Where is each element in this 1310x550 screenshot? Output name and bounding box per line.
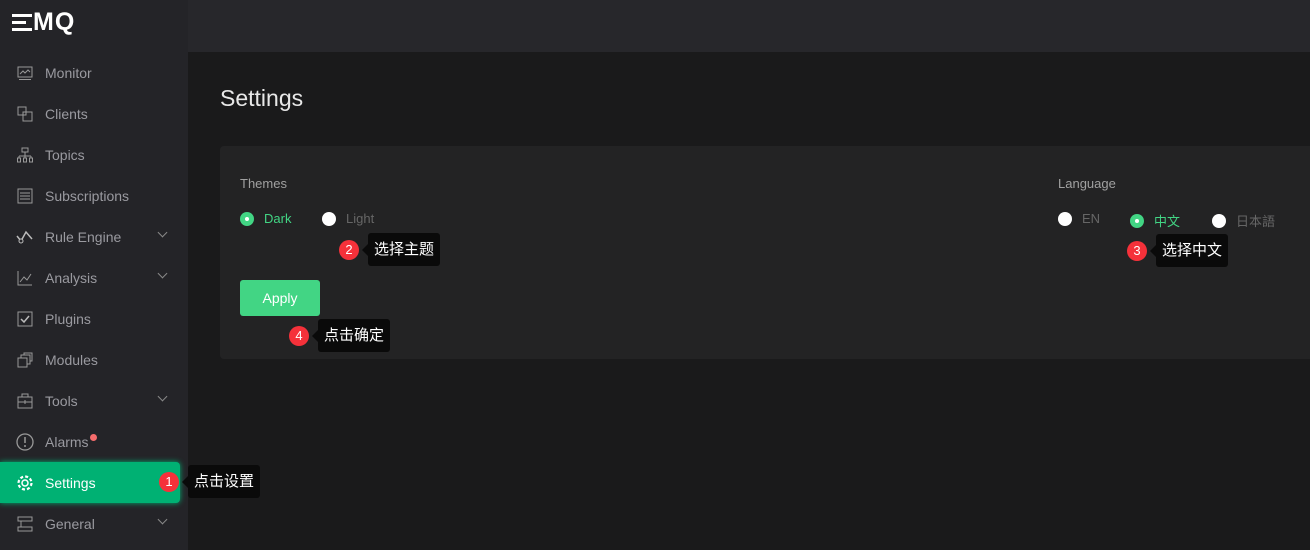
sidebar-item-tools[interactable]: Tools [0, 380, 188, 421]
topics-icon [16, 146, 34, 164]
radio-theme-dark[interactable]: Dark [240, 211, 291, 226]
callout-badge: 1 [159, 472, 179, 492]
general-icon [16, 515, 34, 533]
sidebar-item-alarms[interactable]: Alarms [0, 421, 188, 462]
callout-badge: 4 [289, 326, 309, 346]
analysis-icon [16, 269, 34, 287]
alarm-icon [16, 432, 34, 451]
callout-tooltip: 点击确定 [311, 319, 391, 352]
sidebar-item-clients[interactable]: Clients [0, 93, 188, 134]
themes-label: Themes [240, 176, 287, 191]
sidebar-item-label: Alarms [45, 433, 89, 450]
clients-icon [16, 105, 34, 123]
callout-badge: 3 [1127, 241, 1147, 261]
radio-circle [1058, 211, 1072, 226]
logo[interactable]: MQ [12, 8, 75, 37]
sidebar-item-topics[interactable]: Topics [0, 134, 188, 175]
sidebar: MQ Monitor Clients Topics Subscriptions … [0, 0, 188, 550]
radio-language-zh[interactable]: 中文 [1130, 211, 1180, 230]
callout-tooltip: 选择中文 [1149, 234, 1229, 267]
callout-tooltip: 选择主题 [361, 233, 441, 266]
rule-engine-icon [16, 228, 34, 246]
callout-badge: 2 [339, 240, 359, 260]
tools-icon [16, 392, 34, 410]
language-label: Language [1058, 176, 1116, 191]
radio-label: 中文 [1154, 214, 1181, 229]
radio-theme-light[interactable]: Light [322, 211, 374, 226]
page-title: Settings [220, 85, 304, 111]
monitor-icon [16, 64, 34, 82]
chevron-down-icon [157, 391, 168, 402]
radio-circle [1130, 213, 1144, 228]
radio-circle [322, 211, 336, 226]
sidebar-item-monitor[interactable]: Monitor [0, 52, 188, 93]
sidebar-item-label: Tools [45, 392, 78, 409]
radio-label: EN [1082, 211, 1101, 226]
radio-label: Dark [264, 211, 292, 226]
sidebar-item-general[interactable]: General [0, 503, 188, 544]
top-bar [188, 0, 1310, 52]
sidebar-item-rule-engine[interactable]: Rule Engine [0, 216, 188, 257]
chevron-down-icon [157, 227, 168, 238]
sidebar-item-plugins[interactable]: Plugins [0, 298, 188, 339]
sidebar-item-label: Monitor [45, 64, 92, 81]
sidebar-item-label: Analysis [45, 269, 98, 286]
modules-icon [16, 351, 34, 369]
sidebar-item-subscriptions[interactable]: Subscriptions [0, 175, 188, 216]
notification-dot [89, 434, 97, 441]
sidebar-item-analysis[interactable]: Analysis [0, 257, 188, 298]
sidebar-menu: Monitor Clients Topics Subscriptions Rul… [0, 52, 188, 544]
subscriptions-icon [16, 187, 34, 205]
sidebar-item-modules[interactable]: Modules [0, 339, 188, 380]
sidebar-item-settings[interactable]: Settings [0, 462, 180, 503]
sidebar-item-label: Settings [45, 474, 96, 491]
radio-label: Light [346, 211, 375, 226]
radio-label: 日本語 [1236, 214, 1276, 229]
chevron-down-icon [157, 268, 168, 279]
sidebar-item-label: General [45, 515, 95, 532]
sidebar-item-label: Subscriptions [45, 187, 130, 204]
sidebar-item-label: Topics [45, 146, 85, 163]
chevron-down-icon [157, 514, 168, 525]
plugins-icon [16, 310, 34, 328]
sidebar-item-label: Modules [45, 351, 98, 368]
radio-language-en[interactable]: EN [1058, 211, 1100, 226]
sidebar-item-label: Clients [45, 105, 88, 122]
radio-language-ja[interactable]: 日本語 [1212, 211, 1275, 230]
sidebar-item-label: Rule Engine [45, 228, 122, 245]
gear-icon [16, 474, 34, 492]
callout-tooltip: 点击设置 [181, 465, 261, 498]
apply-button[interactable]: Apply [240, 280, 320, 316]
sidebar-item-label: Plugins [45, 310, 91, 327]
radio-circle [240, 211, 254, 226]
radio-circle [1212, 213, 1226, 228]
